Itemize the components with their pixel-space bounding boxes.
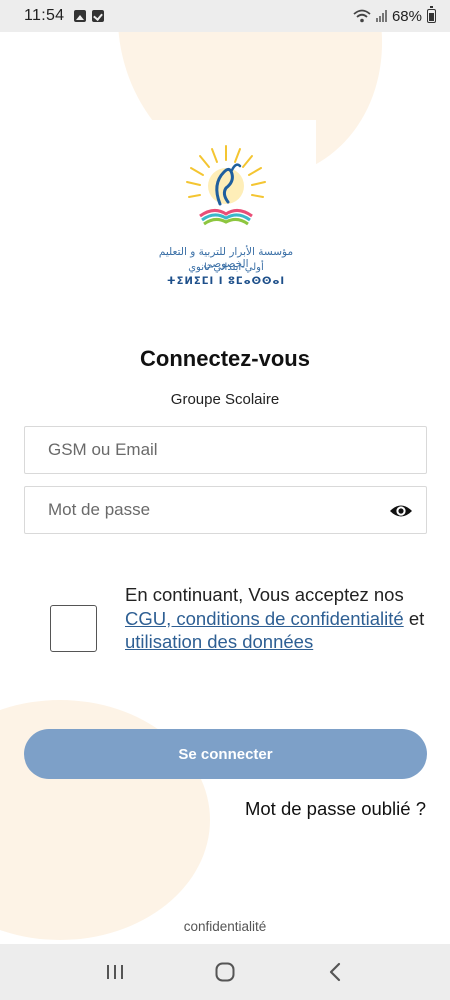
privacy-link[interactable]: confidentialité [0,919,450,934]
logo-arabic-levels: أولي-ابتدائي-ثانوي [188,262,264,273]
logo-tifinagh-name: ⵜⵉⵍⵉⵎⵏ ⵏ ⵓⵎⴰⵙⵙⴰⵏ [166,276,286,287]
signal-icon [375,10,387,22]
password-field[interactable] [24,486,427,534]
sun-rays-icon [186,145,266,226]
login-input[interactable] [48,440,426,460]
recent-apps-icon [107,965,123,979]
status-right: 68% [353,6,436,25]
status-bar: 11:54 68% [0,0,450,32]
forgot-password-link[interactable]: Mot de passe oublié ? [245,798,426,820]
password-input[interactable] [48,500,426,520]
consent-prefix: En continuant, Vous acceptez nos [125,584,404,605]
home-button[interactable] [205,952,245,992]
data-usage-link[interactable]: utilisation des données [125,631,313,652]
battery-icon [427,6,436,23]
connect-button[interactable]: Se connecter [24,729,427,779]
page-subtitle: Groupe Scolaire [170,391,280,408]
home-icon [215,962,235,982]
consent-and: et [403,607,425,629]
status-time: 11:54 [24,7,65,24]
recent-apps-button[interactable] [95,952,135,992]
eye-icon[interactable] [389,501,413,521]
notification-icons [74,10,105,22]
school-logo: مؤسسة الأبرار للتربية و التعليم الخصوصي … [136,120,316,300]
battery-percentage: 68% [391,7,422,25]
check-icon [92,10,105,22]
back-button[interactable] [315,952,355,992]
wifi-icon [353,9,371,23]
cgu-link[interactable]: CGU, conditions de confidentialité [125,608,404,629]
login-screen: 11:54 68% مؤسسة الأبرار للتربية و التعلي… [0,0,450,1000]
consent-checkbox[interactable] [50,605,97,652]
image-icon [74,10,87,22]
back-icon [329,962,341,982]
system-nav-bar [0,944,450,1000]
login-field[interactable] [24,426,427,474]
page-title: Connectez-vous [140,346,310,371]
consent-text: En continuant, Vous acceptez nos CGU, co… [125,583,425,654]
